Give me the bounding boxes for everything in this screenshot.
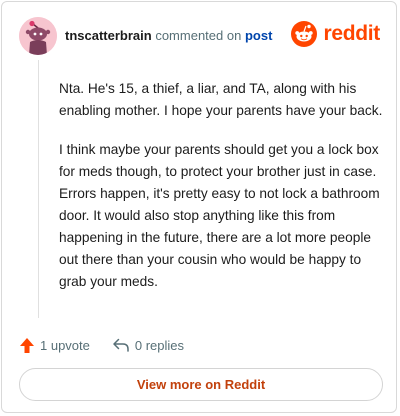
- username-link[interactable]: tnscatterbrain: [65, 28, 152, 43]
- reddit-logo-icon: [291, 21, 318, 47]
- comment-byline: tnscatterbrain commented on post: [65, 28, 272, 44]
- replies-button[interactable]: 0 replies: [112, 337, 184, 353]
- comment-footer: 1 upvote 0 replies: [19, 334, 184, 356]
- comment-header: tnscatterbrain commented on post reddit: [19, 17, 380, 57]
- comment-body: Nta. He's 15, a thief, a liar, and TA, a…: [59, 78, 389, 310]
- reddit-brand[interactable]: reddit: [291, 19, 380, 49]
- reply-arrow-icon: [113, 338, 129, 352]
- comment-paragraph: I think maybe your parents should get yo…: [59, 142, 380, 289]
- reddit-wordmark: reddit: [323, 22, 380, 45]
- replies-count: 0 replies: [134, 337, 185, 353]
- action-text: commented on: [155, 28, 242, 43]
- upvote-button[interactable]: 1 upvote: [19, 337, 90, 354]
- post-link[interactable]: post: [245, 28, 272, 43]
- comment-embed-card: tnscatterbrain commented on post reddit …: [1, 1, 397, 413]
- thread-line: [38, 60, 39, 318]
- upvote-count: 1 upvote: [40, 337, 90, 353]
- view-more-button[interactable]: View more on Reddit: [19, 368, 383, 401]
- upvote-arrow-icon: [20, 337, 34, 353]
- snoo-avatar-icon[interactable]: [19, 17, 57, 55]
- comment-paragraph: Nta. He's 15, a thief, a liar, and TA, a…: [59, 81, 383, 118]
